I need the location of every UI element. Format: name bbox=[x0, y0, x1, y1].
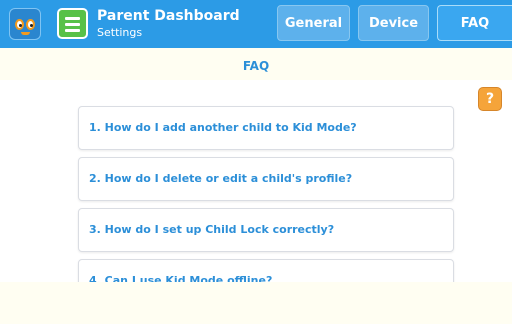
faq-item-3[interactable]: 3. How do I set up Child Lock correctly? bbox=[78, 208, 454, 252]
tab-faq[interactable]: FAQ bbox=[437, 5, 512, 41]
faq-question-1: 1. How do I add another child to Kid Mod… bbox=[89, 121, 357, 134]
bottom-band bbox=[0, 282, 512, 324]
hamburger-menu-icon[interactable] bbox=[57, 8, 88, 39]
tab-general[interactable]: General bbox=[277, 5, 350, 41]
faq-question-4: 4. Can I use Kid Mode offline? bbox=[89, 274, 273, 282]
logo-beak bbox=[21, 32, 30, 35]
app-subtitle: Settings bbox=[97, 26, 143, 39]
tab-device[interactable]: Device bbox=[358, 5, 429, 41]
app-title: Parent Dashboard bbox=[97, 8, 240, 24]
owl-logo-icon[interactable] bbox=[9, 8, 41, 40]
logo-left-eye bbox=[15, 19, 24, 30]
top-bar: Parent Dashboard Settings General Device… bbox=[0, 0, 512, 48]
faq-item-2[interactable]: 2. How do I delete or edit a child's pro… bbox=[78, 157, 454, 201]
faq-question-2: 2. How do I delete or edit a child's pro… bbox=[89, 172, 353, 185]
logo-right-eye bbox=[26, 19, 35, 30]
faq-item-4[interactable]: 4. Can I use Kid Mode offline? bbox=[78, 259, 454, 282]
screen: Parent Dashboard Settings General Device… bbox=[0, 0, 512, 324]
faq-item-1[interactable]: 1. How do I add another child to Kid Mod… bbox=[78, 106, 454, 150]
faq-list[interactable]: 1. How do I add another child to Kid Mod… bbox=[0, 80, 512, 282]
page-title: FAQ bbox=[242, 59, 270, 73]
faq-question-3: 3. How do I set up Child Lock correctly? bbox=[89, 223, 335, 236]
